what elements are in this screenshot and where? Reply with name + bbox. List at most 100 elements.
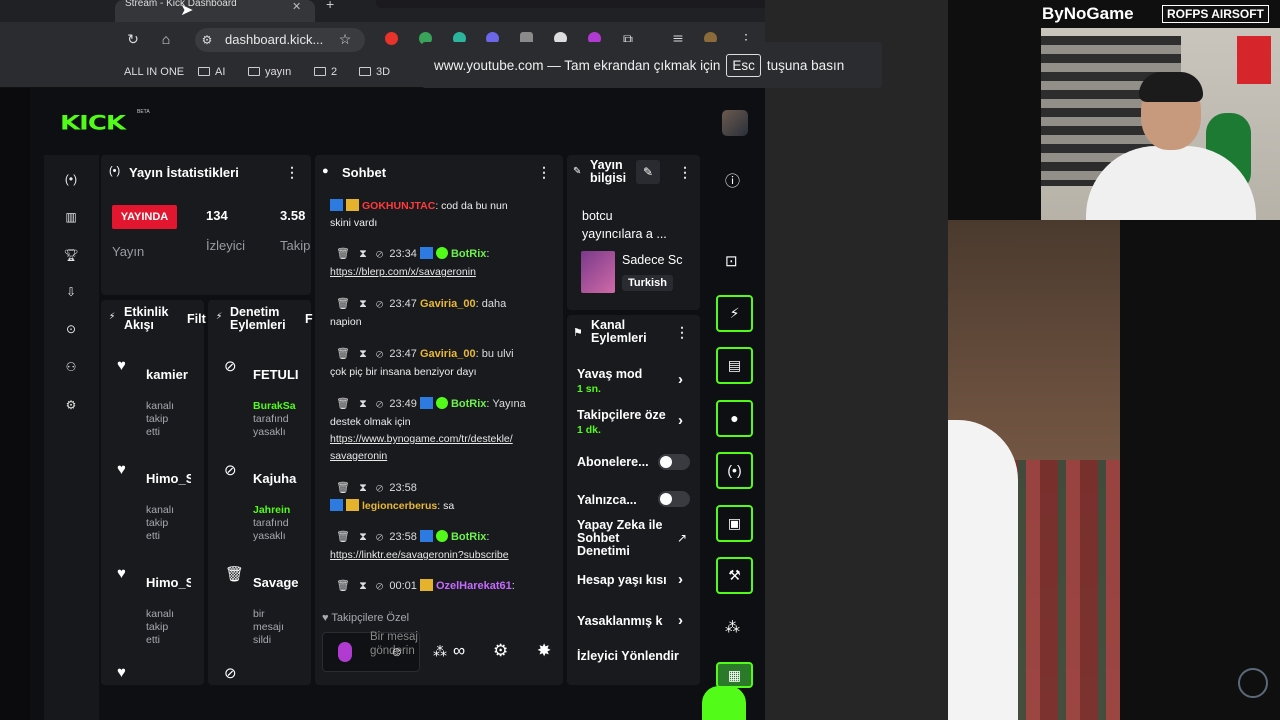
browser-tab[interactable]: Stream - Kick Dashboard [115, 0, 315, 22]
chat-username[interactable]: OzelHarekat61 [436, 580, 512, 592]
delete-icon[interactable]: 🗑︎ [336, 248, 350, 260]
timeout-icon[interactable]: ⧗ [359, 248, 367, 260]
chevron-right-icon[interactable]: › [678, 412, 683, 429]
quick-action-tools-button[interactable]: ⚒ [716, 557, 753, 594]
trophy-icon[interactable]: 🏆︎ [62, 246, 80, 264]
delete-icon[interactable]: 🗑︎ [336, 348, 350, 360]
share-icon[interactable]: ⁂ [433, 643, 447, 660]
chat-link[interactable]: https://blerp.com/x/savageronin [330, 266, 476, 278]
chat-link[interactable]: https://linktr.ee/savageronin?subscribe [330, 549, 509, 561]
ban-icon[interactable]: ⊘ [376, 298, 383, 310]
account-age-label[interactable]: Hesap yaşı kısı [577, 573, 672, 587]
stream-info-menu-icon[interactable]: ⋮ [678, 164, 692, 181]
infinity-icon[interactable]: ∞ [453, 641, 465, 661]
delete-icon[interactable]: 🗑︎ [336, 298, 350, 310]
chat-username[interactable]: BotRix [451, 531, 486, 543]
chevron-right-icon[interactable]: › [678, 571, 683, 588]
ban-icon[interactable]: ⊘ [376, 531, 383, 543]
external-link-icon[interactable]: ↗ [677, 531, 687, 545]
emoji-icon[interactable]: ☺ [390, 644, 403, 659]
moderation-target[interactable]: Savage [253, 575, 298, 590]
chat-username[interactable]: legioncerberus [362, 500, 437, 512]
send-icon[interactable]: ✸ [537, 641, 551, 661]
slow-mode-label[interactable]: Yavaş mod [577, 367, 642, 381]
manage-viewers-label[interactable]: İzleyici Yönlendir [577, 649, 697, 663]
quick-action-extra-button[interactable]: ▦ [716, 662, 753, 688]
ban-icon[interactable]: ⊘ [376, 482, 383, 494]
banned-words-label[interactable]: Yasaklanmış k [577, 614, 672, 628]
quick-action-chat-button[interactable]: ● [716, 400, 753, 437]
timeout-icon[interactable]: ⧗ [359, 531, 367, 543]
activity-username[interactable]: Himo_S [146, 575, 191, 590]
ban-icon[interactable]: ⊘ [376, 348, 383, 360]
chevron-right-icon[interactable]: › [678, 612, 683, 629]
moderation-target[interactable]: Kajuha [253, 471, 298, 486]
kick-logo[interactable]: KICK [60, 112, 126, 135]
quick-action-media-button[interactable]: ▣ [716, 505, 753, 542]
bookmark-star-icon[interactable]: ☆ [336, 30, 354, 48]
upload-icon[interactable]: ⇩ [62, 283, 80, 301]
chat-link[interactable]: https://www.bynogame.com/tr/destekle/ [330, 433, 513, 445]
chat-username[interactable]: Gaviria_00 [420, 348, 476, 360]
delete-icon[interactable]: 🗑︎ [336, 482, 350, 494]
channel-actions-menu-icon[interactable]: ⋮ [675, 324, 689, 341]
chat-menu-icon[interactable]: ⋮ [537, 164, 551, 181]
new-tab-icon[interactable]: + [326, 0, 334, 12]
analytics-icon[interactable]: ▥ [62, 208, 80, 226]
timeout-icon[interactable]: ⧗ [359, 482, 367, 494]
moderation-actor[interactable]: BurakSa [253, 400, 298, 413]
avatar[interactable] [722, 110, 748, 136]
timeout-icon[interactable]: ⧗ [359, 298, 367, 310]
ai-moderation-label[interactable]: Yapay Zeka ile Sohbet Denetimi [577, 519, 662, 558]
share-icon[interactable]: ⁂ [725, 618, 740, 636]
ban-icon[interactable]: ⊘ [376, 580, 383, 592]
mic-icon[interactable] [338, 642, 352, 662]
reload-icon[interactable]: ↻ [124, 30, 142, 48]
extension-red-icon[interactable] [385, 32, 398, 45]
tab-close-icon[interactable]: ✕ [292, 0, 301, 13]
edit-stream-info-icon[interactable]: ✎ [636, 160, 660, 184]
stream-icon[interactable]: (•) [62, 170, 80, 188]
timeout-icon[interactable]: ⧗ [359, 580, 367, 592]
subscribers-only-toggle[interactable] [658, 454, 690, 470]
screenshot-icon[interactable]: ⊡ [725, 252, 738, 270]
delete-icon[interactable]: 🗑︎ [336, 531, 350, 543]
category-name[interactable]: Sadece Sc [622, 253, 697, 267]
ban-icon[interactable]: ⊘ [376, 248, 383, 260]
emotes-only-toggle[interactable] [658, 491, 690, 507]
bookmark-all-in-one[interactable]: ALL IN ONE [124, 66, 184, 78]
activity-filter-button[interactable]: Filt [187, 312, 206, 326]
chat-username[interactable]: GOKHUNJTAC [362, 200, 435, 212]
activity-username[interactable]: kamier [146, 367, 196, 382]
support-button[interactable] [702, 686, 746, 720]
users-icon[interactable]: ⚇ [62, 358, 80, 376]
moderation-actor[interactable]: Jahrein [253, 504, 298, 517]
moderation-target[interactable]: FETULI [253, 367, 298, 382]
chat-username[interactable]: Gaviria_00 [420, 298, 476, 310]
bookmark-folder-3d[interactable]: 3D [359, 66, 390, 78]
followers-only-label[interactable]: Takipçilere öze [577, 408, 672, 422]
category-thumbnail[interactable] [581, 251, 615, 293]
quick-action-notes-button[interactable]: ▤ [716, 347, 753, 384]
delete-icon[interactable]: 🗑︎ [336, 580, 350, 592]
bookmark-folder-2[interactable]: 2 [314, 66, 337, 78]
chevron-right-icon[interactable]: › [678, 371, 683, 388]
bookmark-folder-ai[interactable]: AI [198, 66, 225, 78]
ban-icon[interactable]: ⊘ [376, 398, 383, 410]
timeout-icon[interactable]: ⧗ [359, 348, 367, 360]
bookmark-folder-yayin[interactable]: yayın [248, 66, 291, 78]
delete-icon[interactable]: 🗑︎ [336, 398, 350, 410]
stats-menu-icon[interactable]: ⋮ [285, 164, 299, 181]
timeout-icon[interactable]: ⧗ [359, 398, 367, 410]
chat-settings-icon[interactable]: ⚙ [493, 641, 508, 661]
site-settings-icon[interactable]: ⚙ [198, 31, 216, 49]
chat-link[interactable]: savageronin [330, 450, 387, 462]
quick-action-broadcast-button[interactable]: (•) [716, 452, 753, 489]
chat-username[interactable]: BotRix [451, 248, 486, 260]
screen-icon[interactable]: ⊙ [62, 320, 80, 338]
moderation-filter-button[interactable]: F [305, 312, 313, 326]
home-icon[interactable]: ⌂ [157, 30, 175, 48]
activity-username[interactable]: Himo_S [146, 471, 191, 486]
info-icon[interactable]: ⓘ [725, 170, 740, 191]
quick-action-lightning-button[interactable]: ⚡︎ [716, 295, 753, 332]
